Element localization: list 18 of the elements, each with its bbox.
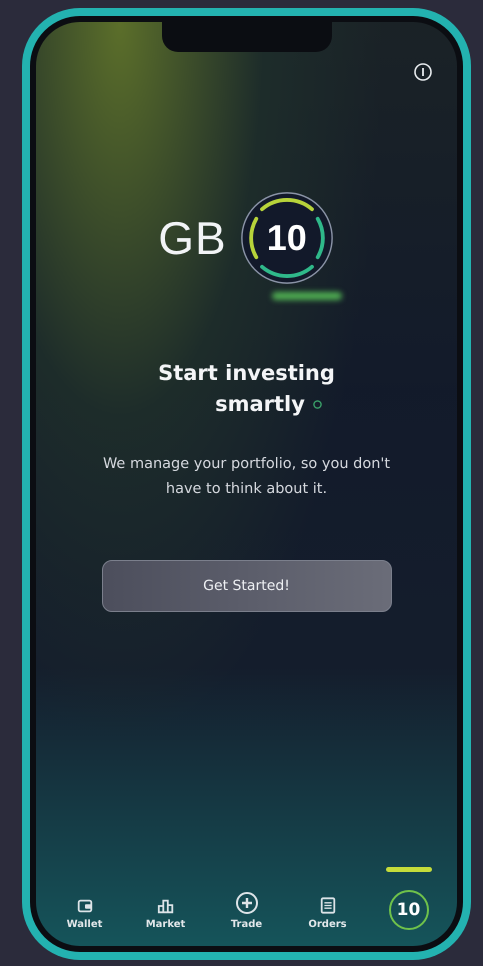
logo-badge: 10 <box>238 190 335 286</box>
plus-circle-icon <box>234 891 258 915</box>
nav-tab[interactable]: Orders <box>294 873 360 930</box>
logo-text: GB <box>158 211 227 265</box>
nav-tab[interactable]: 10 <box>376 867 442 930</box>
bar-chart-icon <box>156 897 176 915</box>
document-icon <box>318 896 336 915</box>
headline-text: Start investing <box>158 360 335 387</box>
glow-bar <box>272 292 342 300</box>
dot-icon <box>312 400 322 409</box>
headline-text: smartly <box>215 391 305 418</box>
wallet-icon <box>76 897 94 915</box>
nav-tab[interactable]: Trade <box>214 868 280 930</box>
nav-tab[interactable]: Wallet <box>52 874 118 930</box>
nav-tab[interactable]: Market <box>132 874 198 930</box>
description-text: We manage your portfolio, so you don't have to think about it. <box>102 455 392 499</box>
info-icon[interactable] <box>413 62 433 82</box>
get-started-button[interactable]: Get Started! <box>102 560 392 612</box>
